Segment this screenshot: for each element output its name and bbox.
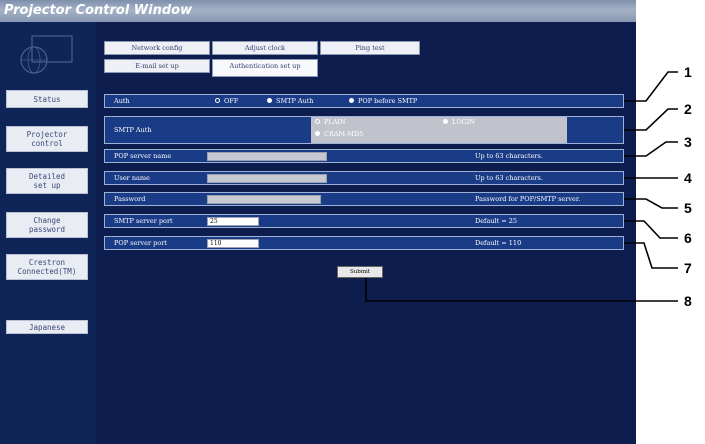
callout-3: 3 — [684, 134, 692, 150]
callout-2: 2 — [684, 101, 692, 117]
callout-7: 7 — [684, 260, 692, 276]
callout-8: 8 — [684, 293, 692, 309]
callout-5: 5 — [684, 200, 692, 216]
callout-1: 1 — [684, 64, 692, 80]
callout-6: 6 — [684, 230, 692, 246]
callout-4: 4 — [684, 170, 692, 186]
callout-lines — [365, 71, 678, 302]
